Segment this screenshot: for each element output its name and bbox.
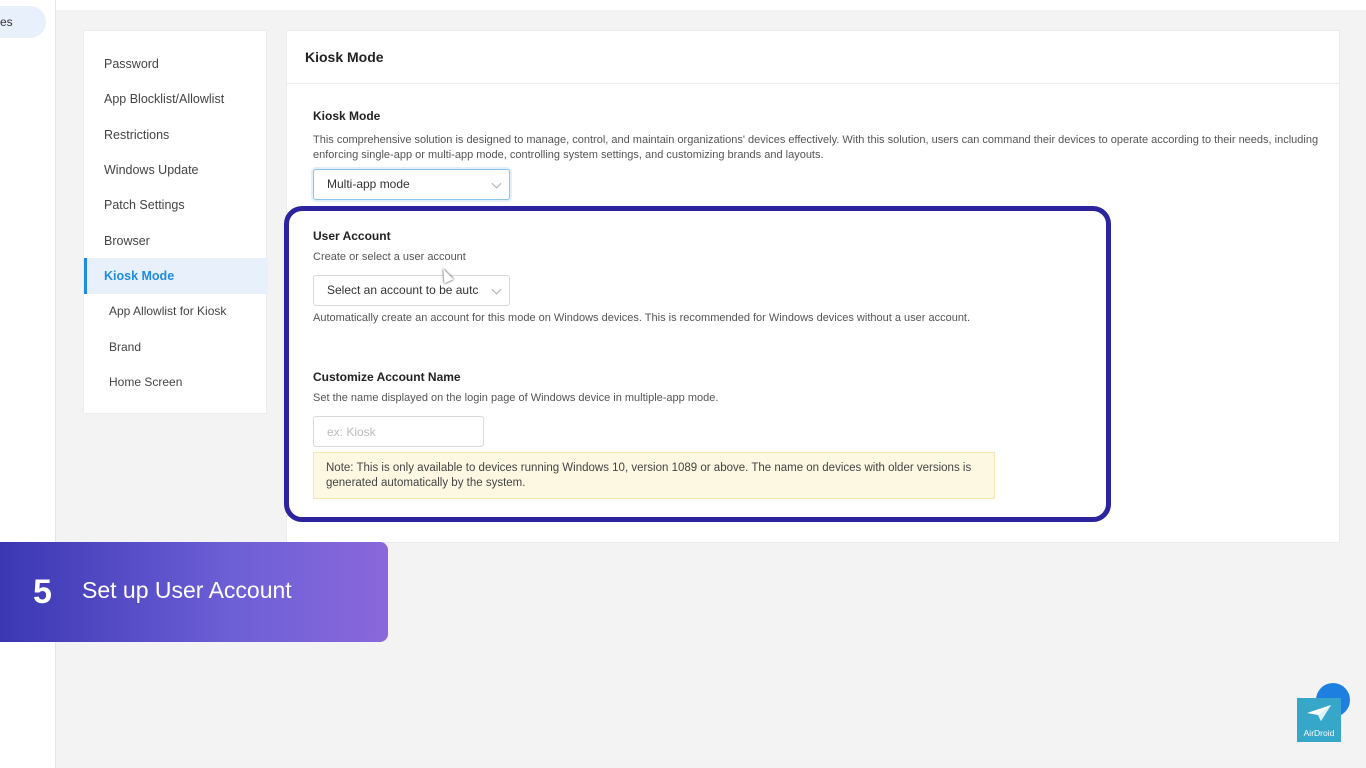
submenu-item-password[interactable]: Password [84, 46, 268, 82]
tutorial-step-banner: 5 Set up User Account [0, 542, 388, 642]
settings-submenu: Password App Blocklist/Allowlist Restric… [83, 30, 268, 414]
logo-label: AirDroid [1303, 728, 1335, 738]
account-name-input[interactable] [313, 416, 484, 447]
panel-title: Kiosk Mode [287, 31, 1339, 84]
kiosk-mode-title: Kiosk Mode [313, 109, 381, 123]
paper-plane-icon [1307, 705, 1331, 721]
airdroid-logo: AirDroid [1297, 698, 1341, 742]
chevron-down-icon [491, 178, 502, 189]
top-bar [56, 0, 1366, 10]
account-name-subtitle: Set the name displayed on the login page… [313, 392, 719, 404]
submenu-item-app-allowlist-kiosk[interactable]: App Allowlist for Kiosk [84, 293, 268, 329]
submenu-item-restrictions[interactable]: Restrictions [84, 117, 268, 153]
submenu-item-brand[interactable]: Brand [84, 329, 268, 365]
kiosk-mode-select-value: Multi-app mode [327, 177, 410, 191]
user-account-subtitle: Create or select a user account [313, 251, 466, 263]
user-account-select[interactable]: Select an account to be autc [313, 275, 510, 306]
account-name-title: Customize Account Name [313, 370, 461, 384]
app-nav-rail: es [0, 0, 56, 768]
user-account-title: User Account [313, 229, 391, 243]
submenu-item-windows-update[interactable]: Windows Update [84, 152, 268, 188]
submenu-item-kiosk-mode[interactable]: Kiosk Mode [84, 258, 268, 294]
kiosk-mode-description: This comprehensive solution is designed … [313, 134, 1319, 161]
chevron-down-icon [491, 284, 502, 295]
app-nav-active-item[interactable]: es [0, 6, 46, 38]
user-account-help: Automatically create an account for this… [313, 312, 971, 324]
app-nav-item-label: es [0, 15, 13, 29]
user-account-select-value: Select an account to be autc [327, 283, 479, 297]
kiosk-mode-select[interactable]: Multi-app mode [313, 169, 510, 200]
submenu-item-home-screen[interactable]: Home Screen [84, 364, 268, 400]
kiosk-settings-panel: Kiosk Mode Kiosk Mode This comprehensive… [286, 30, 1340, 543]
submenu-item-browser[interactable]: Browser [84, 223, 268, 259]
step-text: Set up User Account [82, 577, 292, 603]
submenu-item-patch-settings[interactable]: Patch Settings [84, 187, 268, 223]
step-number: 5 [33, 573, 52, 611]
windows-version-note: Note: This is only available to devices … [313, 452, 995, 499]
submenu-item-app-blocklist[interactable]: App Blocklist/Allowlist [84, 81, 268, 117]
